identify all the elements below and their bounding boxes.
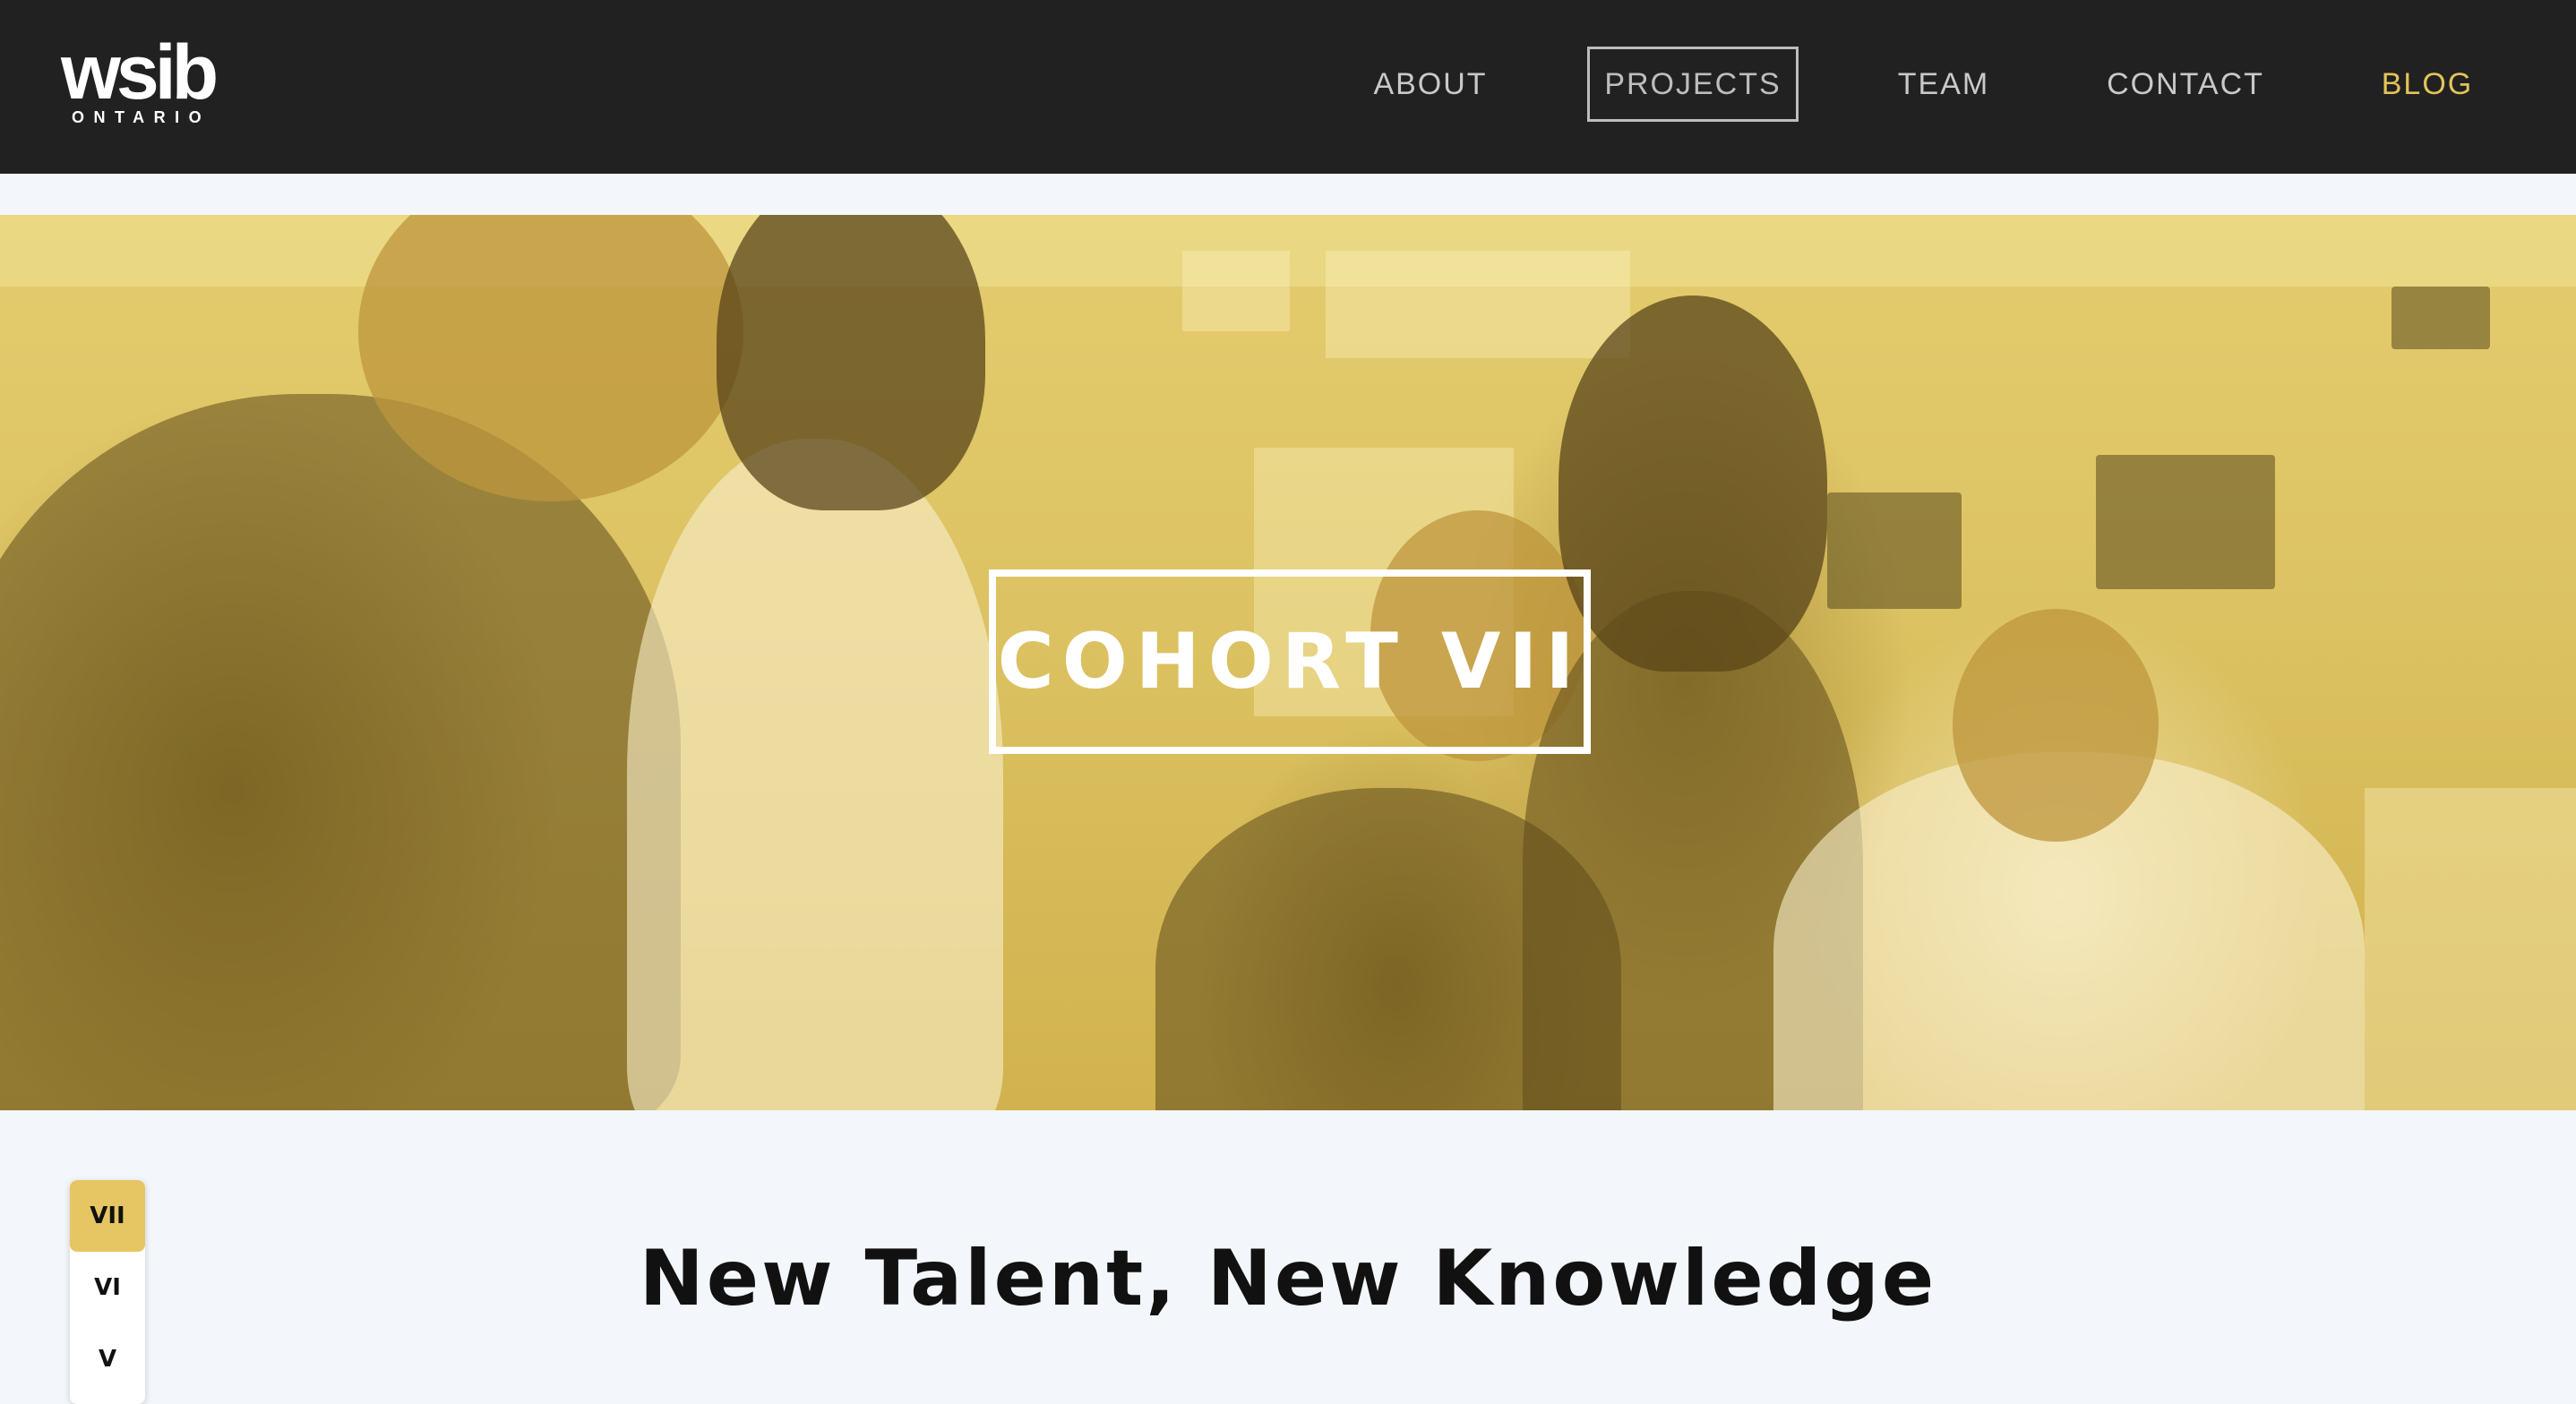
wsib-logo[interactable]: wsib ONTARIO xyxy=(61,34,222,129)
nav-contact[interactable]: CONTACT xyxy=(2096,47,2275,122)
hero-person-silhouette xyxy=(0,394,681,1110)
hero-background-panel xyxy=(1182,251,1290,331)
hero-title: COHORT VII xyxy=(997,617,1583,706)
logo-subtitle: ONTARIO xyxy=(72,108,211,126)
nav-blog[interactable]: BLOG xyxy=(2365,47,2490,122)
hero-title-frame: COHORT VII xyxy=(989,569,1591,754)
nav-projects[interactable]: PROJECTS xyxy=(1587,47,1799,122)
hero-background-monitor xyxy=(1827,492,1962,609)
hero-background-panel xyxy=(1326,251,1630,358)
logo-wordmark: wsib xyxy=(61,30,219,116)
hero-laptop xyxy=(2365,788,2576,1110)
hero-banner-image: COHORT VII xyxy=(0,215,2576,1110)
nav-team[interactable]: TEAM xyxy=(1881,47,2006,122)
hero-person-hair xyxy=(717,215,985,510)
top-navigation-bar: wsib ONTARIO ABOUT PROJECTS TEAM CONTACT… xyxy=(0,0,2576,174)
hero-background-monitor xyxy=(2391,287,2490,349)
hero-background-monitor xyxy=(2096,455,2275,589)
hero-person-head xyxy=(1953,609,2159,842)
hero-person-silhouette xyxy=(627,439,1003,1110)
cohort-option-v[interactable]: V xyxy=(70,1323,145,1395)
section-heading: New Talent, New Knowledge xyxy=(639,1234,1937,1323)
nav-about[interactable]: ABOUT xyxy=(1354,47,1507,122)
